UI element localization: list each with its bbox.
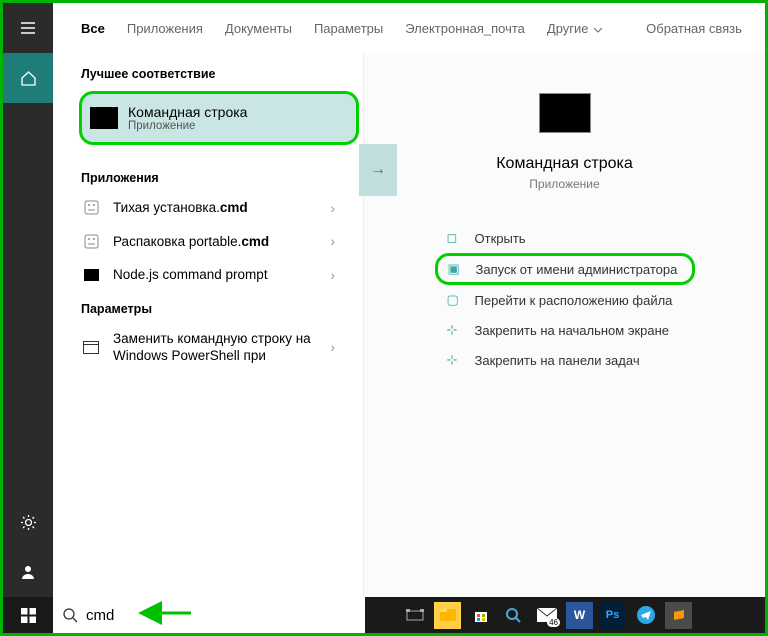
start-button[interactable] [3, 597, 53, 633]
more-icon[interactable]: ··· [764, 21, 768, 36]
preview-thumbnail-icon [539, 93, 591, 133]
app-result-row[interactable]: Node.js command prompt › [53, 258, 363, 292]
left-rail [3, 3, 53, 597]
tab-apps[interactable]: Приложения [127, 21, 203, 36]
best-match-result[interactable]: Командная строка Приложение [79, 91, 359, 145]
tab-settings[interactable]: Параметры [314, 21, 383, 36]
app-result-row[interactable]: Тихая установка.cmd › [53, 191, 363, 225]
expand-arrow-icon[interactable]: → [359, 144, 397, 196]
explorer-icon[interactable] [434, 602, 461, 629]
pin-icon: ⊹ [447, 352, 469, 368]
tab-feedback[interactable]: Обратная связь [646, 21, 742, 36]
tab-docs[interactable]: Документы [225, 21, 292, 36]
store-icon[interactable] [467, 602, 494, 629]
cmd-thumbnail-icon [90, 107, 118, 129]
pin-icon: ⊹ [447, 322, 469, 338]
params-header: Параметры [53, 292, 363, 322]
preview-pane: Командная строка Приложение ◻Открыть ▣За… [363, 53, 765, 597]
chevron-right-icon: › [330, 200, 335, 216]
mail-icon[interactable]: 46 [533, 602, 560, 629]
word-icon[interactable]: W [566, 602, 593, 629]
action-open[interactable]: ◻Открыть [435, 223, 695, 253]
search-input[interactable] [86, 607, 355, 624]
taskbar-apps: 46 W Ps [395, 602, 698, 629]
action-pin-start[interactable]: ⊹Закрепить на начальном экране [435, 315, 695, 345]
best-match-header: Лучшее соответствие [53, 53, 363, 91]
chevron-right-icon: › [330, 267, 335, 283]
tab-all[interactable]: Все [81, 21, 105, 36]
open-icon: ◻ [447, 230, 469, 246]
tab-others[interactable]: Другие [547, 21, 602, 36]
script-icon [81, 234, 101, 249]
taskbar: 46 W Ps [3, 597, 765, 633]
magnifier-icon[interactable] [500, 602, 527, 629]
action-open-location[interactable]: ▢Перейти к расположению файла [435, 285, 695, 315]
best-match-title: Командная строка [128, 104, 247, 120]
tab-email[interactable]: Электронная_почта [405, 21, 525, 36]
chevron-right-icon: › [330, 339, 335, 355]
search-box[interactable] [53, 597, 365, 633]
hint-arrow-icon [133, 603, 193, 623]
terminal-icon [81, 269, 101, 281]
photoshop-icon[interactable]: Ps [599, 602, 626, 629]
action-pin-taskbar[interactable]: ⊹Закрепить на панели задач [435, 345, 695, 375]
setting-result-row[interactable]: Заменить командную строку на Windows Pow… [53, 322, 363, 373]
terminal-outline-icon [81, 341, 101, 354]
person-icon[interactable] [3, 547, 53, 597]
best-match-subtitle: Приложение [128, 120, 247, 132]
app-result-row[interactable]: Распаковка portable.cmd › [53, 225, 363, 259]
folder-icon: ▢ [447, 292, 469, 308]
gear-icon[interactable] [3, 497, 53, 547]
action-run-admin[interactable]: ▣Запуск от имени администратора [435, 253, 695, 285]
preview-title: Командная строка [496, 155, 633, 173]
home-icon[interactable] [3, 53, 53, 103]
task-view-icon[interactable] [401, 602, 428, 629]
preview-subtitle: Приложение [529, 177, 599, 191]
chevron-right-icon: › [330, 233, 335, 249]
admin-icon: ▣ [448, 261, 470, 277]
category-tabs: Все Приложения Документы Параметры Элект… [53, 3, 765, 53]
script-icon [81, 200, 101, 215]
telegram-icon[interactable] [632, 602, 659, 629]
results-column: Лучшее соответствие Командная строка При… [53, 53, 363, 597]
sublime-icon[interactable] [665, 602, 692, 629]
hamburger-icon[interactable] [3, 3, 53, 53]
search-icon [63, 608, 78, 623]
apps-header: Приложения [53, 161, 363, 191]
